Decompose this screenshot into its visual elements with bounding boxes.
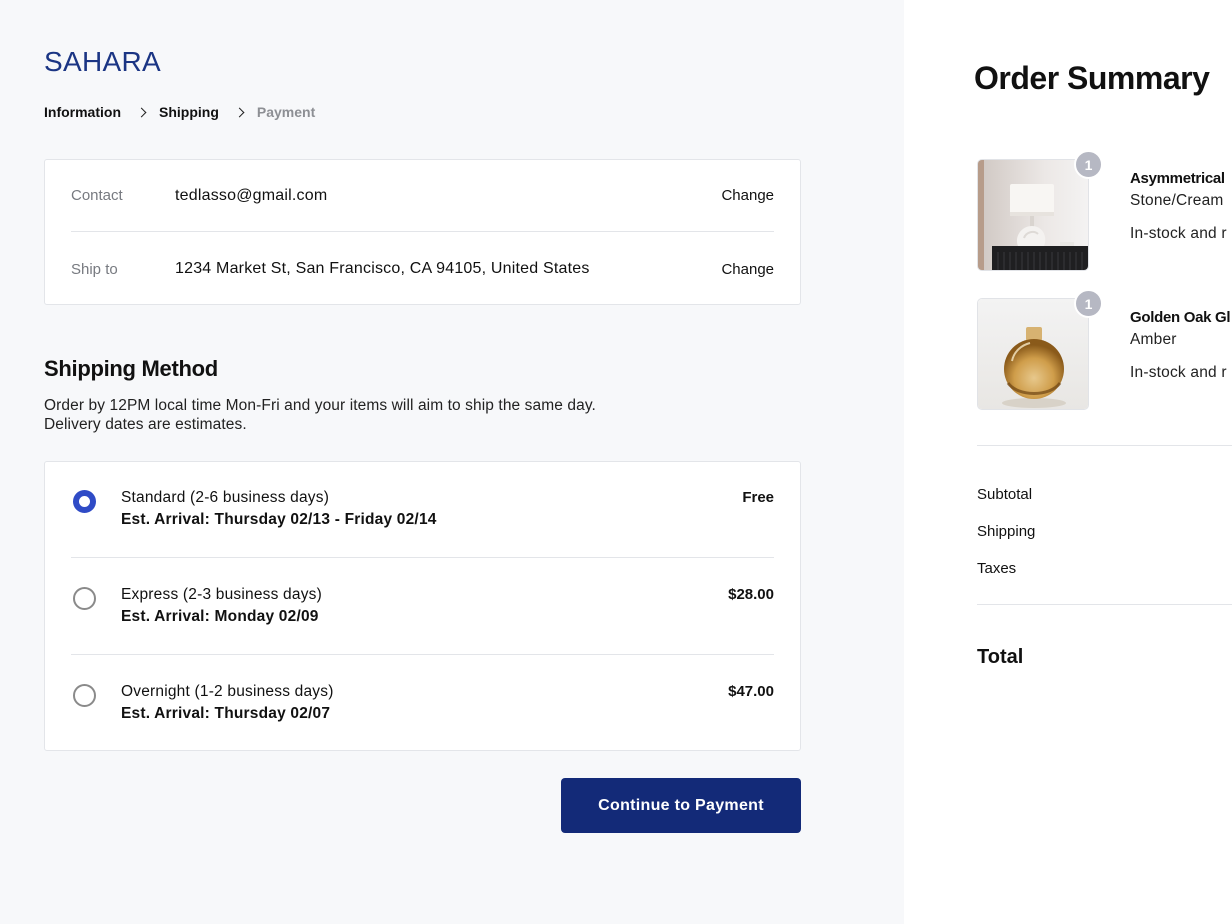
summary-divider (977, 604, 1232, 605)
item-stock-status: In-stock and r (1130, 225, 1227, 242)
item-variant: Amber (1130, 331, 1177, 348)
item-name: Golden Oak Gl (1130, 309, 1231, 326)
breadcrumb-information[interactable]: Information (44, 104, 121, 120)
quantity-badge: 1 (1074, 150, 1103, 179)
total-label: Total (977, 646, 1024, 668)
breadcrumb-shipping[interactable]: Shipping (159, 104, 219, 120)
option-name: Standard (2-6 business days) (121, 489, 330, 506)
cart-item: 1 Golden Oak Gl Amber In-stock and r (977, 289, 1232, 410)
shipping-option-standard[interactable]: Standard (2-6 business days) Est. Arriva… (71, 462, 774, 558)
chevron-right-icon (234, 107, 245, 117)
shipping-option-express[interactable]: Express (2-3 business days) Est. Arrival… (71, 559, 774, 655)
ship-to-value: 1234 Market St, San Francisco, CA 94105,… (175, 260, 590, 277)
option-eta: Est. Arrival: Monday 02/09 (121, 608, 319, 625)
amber-glass-vase-image (977, 298, 1089, 410)
checkout-form-panel: SAHARA Information Shipping Payment Cont… (0, 0, 904, 924)
option-name: Express (2-3 business days) (121, 586, 322, 603)
radio-selected-icon[interactable] (73, 490, 96, 513)
ship-to-row: Ship to 1234 Market St, San Francisco, C… (71, 233, 774, 305)
contact-label: Contact (71, 187, 123, 204)
breadcrumb-payment: Payment (256, 104, 316, 120)
item-variant: Stone/Cream (1130, 192, 1224, 209)
item-name: Asymmetrical (1130, 170, 1225, 187)
contact-value: tedlasso@gmail.com (175, 186, 328, 204)
shipping-method-description: Order by 12PM local time Mon-Fri and you… (44, 396, 744, 434)
quantity-badge: 1 (1074, 289, 1103, 318)
option-price: Free (742, 489, 774, 506)
brand-logo[interactable]: SAHARA (44, 46, 161, 78)
review-card: Contact tedlasso@gmail.com Change Ship t… (44, 159, 801, 305)
change-contact-link[interactable]: Change (721, 187, 774, 204)
order-summary-panel: Order Summary 1 Asymmetrical Stone/Cream… (904, 0, 1232, 924)
shipping-label: Shipping (977, 523, 1036, 540)
option-price: $47.00 (728, 683, 774, 700)
option-price: $28.00 (728, 586, 774, 603)
option-name: Overnight (1-2 business days) (121, 683, 334, 700)
radio-unselected-icon[interactable] (73, 587, 96, 610)
option-eta: Est. Arrival: Thursday 02/13 - Friday 02… (121, 511, 437, 528)
taxes-label: Taxes (977, 560, 1017, 577)
order-summary-title: Order Summary (974, 60, 1210, 96)
summary-divider (977, 445, 1232, 446)
amber-glass-vase-image (978, 299, 1088, 409)
chevron-right-icon (136, 107, 147, 117)
table-lamp-image (978, 160, 1088, 270)
contact-row: Contact tedlasso@gmail.com Change (71, 160, 774, 232)
subtotal-label: Subtotal (977, 486, 1033, 503)
change-address-link[interactable]: Change (721, 261, 774, 278)
shipping-option-overnight[interactable]: Overnight (1-2 business days) Est. Arriv… (71, 656, 774, 752)
item-stock-status: In-stock and r (1130, 364, 1227, 381)
description-line: Delivery dates are estimates. (44, 416, 247, 433)
breadcrumb: Information Shipping Payment (44, 104, 315, 120)
shipping-options: Standard (2-6 business days) Est. Arriva… (44, 461, 801, 751)
ship-to-label: Ship to (71, 260, 118, 278)
shipping-method-title: Shipping Method (44, 356, 218, 381)
radio-unselected-icon[interactable] (73, 684, 96, 707)
option-eta: Est. Arrival: Thursday 02/07 (121, 705, 331, 722)
cart-item: 1 Asymmetrical Stone/Cream In-stock and … (977, 150, 1232, 271)
continue-to-payment-button[interactable]: Continue to Payment (561, 778, 801, 833)
table-lamp-image (977, 159, 1089, 271)
description-line: Order by 12PM local time Mon-Fri and you… (44, 397, 596, 414)
